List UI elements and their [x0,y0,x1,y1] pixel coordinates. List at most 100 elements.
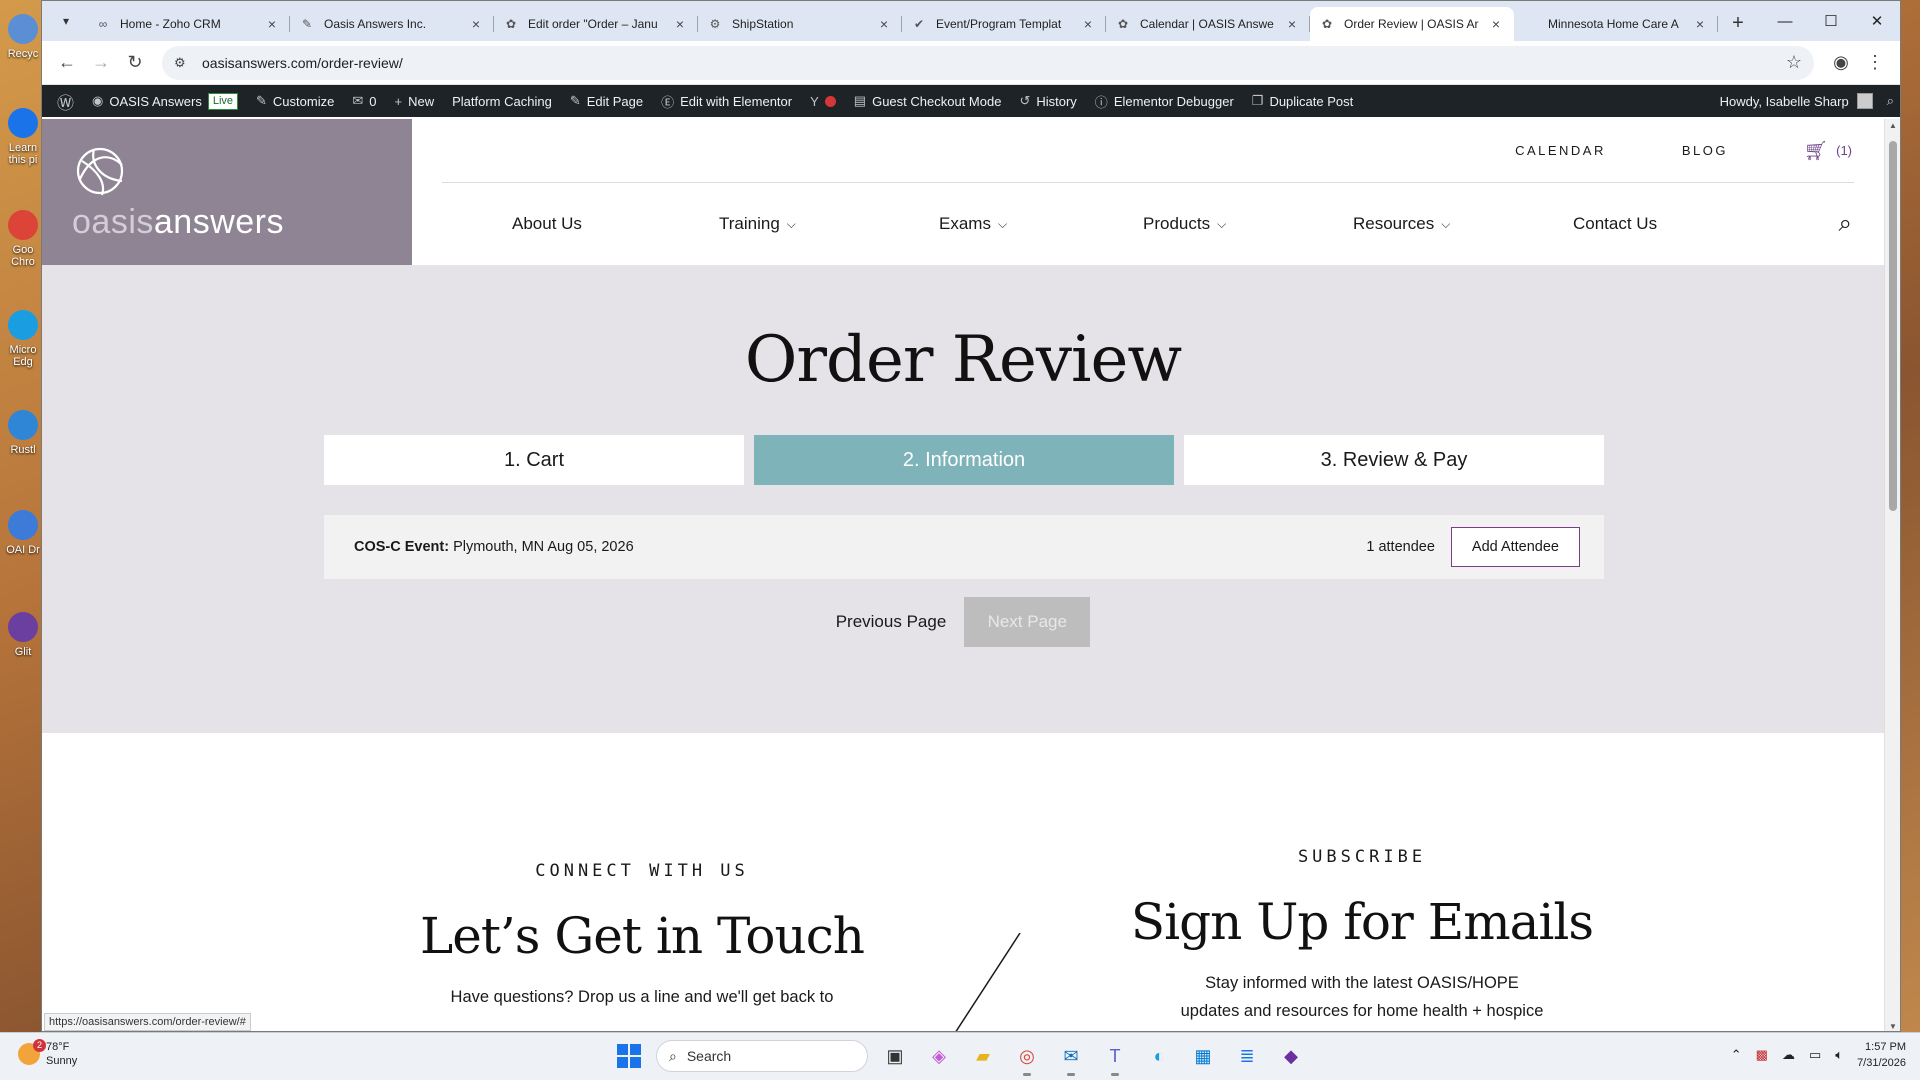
site-header: oasisanswers CALENDAR BLOG 🛒︎ (1) About U… [42,119,1884,265]
chevron-down-icon: ⌵ [997,216,1008,231]
step-review-pay[interactable]: 3. Review & Pay [1184,435,1604,485]
admin-edit-elementor[interactable]: Ⓔ Edit with Elementor [652,85,801,117]
tab-calendar[interactable]: ✿ Calendar | OASIS Answe × [1106,7,1310,41]
tab-event-program[interactable]: ✔ Event/Program Templat × [902,7,1106,41]
tab-zoho-crm[interactable]: ∞ Home - Zoho CRM × [86,7,290,41]
admin-account[interactable]: Howdy, Isabelle Sharp ⌕ [1720,85,1894,117]
nav-contact-us[interactable]: Contact Us [1573,214,1657,234]
close-icon[interactable]: × [264,16,280,32]
wordpress-logo-icon[interactable]: Ⓦ [48,85,83,117]
tab-minnesota-home-care[interactable]: Minnesota Home Care A × [1514,7,1718,41]
seo-status-dot [824,95,836,107]
task-view-icon[interactable]: ▣ [878,1039,912,1073]
taskbar: 2 78°F Sunny ⌕ Search ▣ ◈ ▰ ◎ ✉ T ◐ ▦ ≣ ◆ … [0,1032,1920,1080]
address-bar[interactable]: ⚙ oasisanswers.com/order-review/ ☆ [162,45,1814,80]
admin-history[interactable]: ↺ History [1010,85,1085,117]
site-logo[interactable]: oasisanswers [42,119,412,265]
oasis-icon: ✿ [505,17,517,31]
file-explorer-icon[interactable]: ▰ [966,1039,1000,1073]
admin-new[interactable]: + New [385,85,443,117]
bookmark-star-icon[interactable]: ☆ [1786,52,1802,73]
back-arrow-icon[interactable]: ← [50,46,84,80]
tray-app-icon[interactable]: ▩ [1756,1047,1768,1063]
nav-resources[interactable]: Resources ⌵ [1353,214,1573,234]
desktop-icon-learn[interactable]: Learn this pi [6,108,40,166]
logo-mark-icon [76,147,124,195]
scroll-down-arrow-icon[interactable]: ▼ [1885,1022,1900,1031]
desktop-icon-rustl[interactable]: Rustl [6,410,40,456]
next-page-button[interactable]: Next Page [964,597,1091,647]
teams-icon[interactable]: T [1098,1039,1132,1076]
admin-site-name[interactable]: ◉ OASIS Answers Live [83,85,247,117]
search-icon[interactable]: ⌕ [1839,210,1852,238]
weather-widget[interactable]: 2 78°F Sunny [18,1039,77,1068]
profile-icon[interactable]: ◉ [1824,46,1858,80]
step-information[interactable]: 2. Information [754,435,1174,485]
close-icon[interactable]: × [1692,16,1708,32]
page-scrollbar[interactable]: ▲ ▼ [1884,119,1900,1031]
volume-icon[interactable]: 🔈︎ [1835,1047,1843,1063]
admin-duplicate-post[interactable]: ❐ Duplicate Post [1243,85,1362,117]
minimize-icon[interactable]: — [1762,1,1808,41]
desktop-icon-edge[interactable]: Micro Edg [6,310,40,368]
menu-kebab-icon[interactable]: ⋮ [1858,46,1892,80]
display-icon[interactable]: ▭ [1809,1047,1821,1063]
admin-edit-page[interactable]: ✎ Edit Page [561,85,652,117]
scroll-thumb[interactable] [1889,141,1897,511]
admin-yoast[interactable]: Y [801,85,845,117]
admin-search-icon[interactable]: ⌕ [1887,93,1894,109]
nav-exams[interactable]: Exams ⌵ [939,214,1143,234]
url-text[interactable]: oasisanswers.com/order-review/ [202,55,1786,71]
site-info-icon[interactable]: ⚙ [174,55,192,71]
avatar [1856,93,1873,109]
nav-about-us[interactable]: About Us [512,214,719,234]
store-icon[interactable]: ▦ [1186,1039,1220,1073]
clock[interactable]: 1:57 PM 7/31/2026 [1857,1039,1906,1071]
close-icon[interactable]: × [468,16,484,32]
admin-customize[interactable]: ✎ Customize [247,85,343,117]
desktop-icon-oai[interactable]: OAI Dr [6,510,40,556]
chrome-icon[interactable]: ◎ [1010,1039,1044,1076]
tab-search-chevron-icon[interactable]: ▾ [52,7,80,35]
admin-comments[interactable]: ✉ 0 [343,85,385,117]
previous-page-button[interactable]: Previous Page [836,612,947,632]
tab-order-review[interactable]: ✿ Order Review | OASIS Ar × [1310,7,1514,41]
tray-chevron-up-icon[interactable]: ⌃ [1731,1047,1742,1063]
windows-start-icon[interactable] [612,1039,646,1073]
app-icon[interactable]: ◆ [1274,1039,1308,1073]
forward-arrow-icon[interactable]: → [84,46,118,80]
add-attendee-button[interactable]: Add Attendee [1450,527,1580,567]
admin-elementor-debugger[interactable]: ⓘ Elementor Debugger [1086,85,1243,117]
close-icon[interactable]: × [672,16,688,32]
edge-icon[interactable]: ◐ [1142,1039,1176,1073]
desktop-icon-chrome[interactable]: Goo Chro [6,210,40,268]
maximize-icon[interactable]: ☐ [1808,1,1854,41]
nav-products[interactable]: Products ⌵ [1143,214,1353,234]
reload-icon[interactable]: ↻ [118,46,152,80]
top-link-blog[interactable]: BLOG [1682,143,1728,158]
taskbar-search[interactable]: ⌕ Search [656,1040,868,1072]
close-icon[interactable]: × [1284,16,1300,32]
notepad-icon[interactable]: ≣ [1230,1039,1264,1073]
desktop-icon-recycle-bin[interactable]: Recyc [6,14,40,60]
outlook-icon[interactable]: ✉ [1054,1039,1088,1076]
nav-training[interactable]: Training ⌵ [719,214,939,234]
admin-platform-caching[interactable]: Platform Caching [443,85,561,117]
tab-oasis-answers-inc[interactable]: ✎ Oasis Answers Inc. × [290,7,494,41]
scroll-up-arrow-icon[interactable]: ▲ [1885,121,1900,130]
pager: Previous Page Next Page [42,597,1884,647]
desktop-icon-glit[interactable]: Glit [6,612,40,658]
step-cart[interactable]: 1. Cart [324,435,744,485]
admin-guest-checkout[interactable]: ▤ Guest Checkout Mode [845,85,1011,117]
close-icon[interactable]: × [1488,16,1504,32]
tab-edit-order[interactable]: ✿ Edit order "Order – Janu × [494,7,698,41]
close-window-icon[interactable]: ✕ [1854,1,1900,41]
top-link-calendar[interactable]: CALENDAR [1515,143,1606,158]
new-tab-button[interactable]: + [1724,10,1752,38]
tab-shipstation[interactable]: ⚙ ShipStation × [698,7,902,41]
cart-link[interactable]: 🛒︎ (1) [1804,139,1852,163]
onedrive-icon[interactable]: ☁ [1782,1047,1795,1063]
copilot-icon[interactable]: ◈ [922,1039,956,1073]
close-icon[interactable]: × [876,16,892,32]
close-icon[interactable]: × [1080,16,1096,32]
